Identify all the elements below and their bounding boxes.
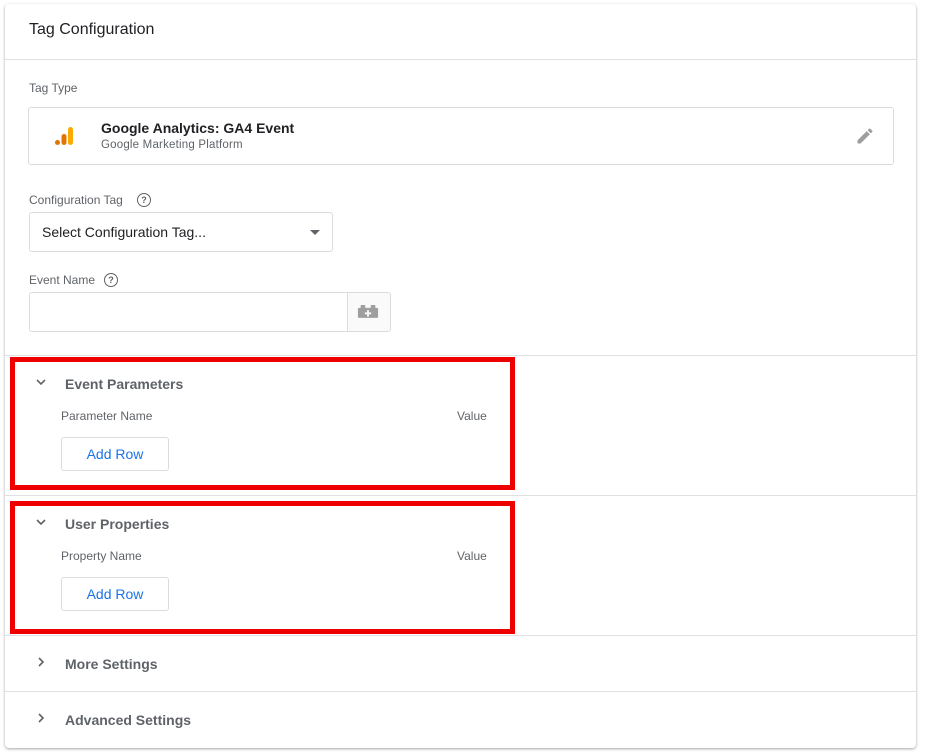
event-name-label: Event Name bbox=[29, 273, 96, 287]
help-icon[interactable]: ? bbox=[104, 273, 118, 287]
parameter-name-header: Parameter Name bbox=[61, 409, 153, 423]
card-title: Tag Configuration bbox=[29, 21, 155, 38]
user-properties-title[interactable]: User Properties bbox=[65, 516, 169, 532]
event-name-input[interactable] bbox=[30, 293, 350, 329]
google-analytics-logo bbox=[55, 127, 73, 145]
section-divider bbox=[5, 495, 916, 496]
chevron-down-icon[interactable] bbox=[35, 516, 47, 528]
tag-type-label: Tag Type bbox=[29, 81, 78, 95]
event-parameters-title[interactable]: Event Parameters bbox=[65, 376, 183, 392]
tag-type-name: Google Analytics: GA4 Event bbox=[101, 120, 295, 136]
section-divider bbox=[5, 355, 916, 356]
add-user-property-row-button[interactable]: Add Row bbox=[61, 577, 169, 611]
tag-type-box[interactable]: Google Analytics: GA4 Event Google Marke… bbox=[28, 107, 894, 165]
configuration-tag-select[interactable]: Select Configuration Tag... bbox=[29, 212, 333, 252]
configuration-tag-selected: Select Configuration Tag... bbox=[42, 224, 206, 240]
variable-picker-icon bbox=[357, 305, 379, 318]
property-name-header: Property Name bbox=[61, 549, 142, 563]
card-header: Tag Configuration bbox=[5, 4, 916, 60]
chevron-down-icon[interactable] bbox=[35, 376, 47, 388]
dropdown-arrow-icon bbox=[310, 230, 320, 235]
tag-configuration-card: Tag Configuration Tag Type Google Analyt… bbox=[5, 4, 916, 748]
event-name-field[interactable] bbox=[29, 292, 350, 332]
configuration-tag-label: Configuration Tag bbox=[29, 193, 123, 207]
pencil-icon[interactable] bbox=[855, 126, 875, 146]
chevron-right-icon[interactable] bbox=[35, 656, 47, 668]
section-divider bbox=[5, 691, 916, 692]
chevron-right-icon[interactable] bbox=[35, 712, 47, 724]
variable-picker-button[interactable] bbox=[347, 292, 391, 332]
more-settings-title[interactable]: More Settings bbox=[65, 656, 158, 672]
tag-type-vendor: Google Marketing Platform bbox=[101, 139, 243, 151]
add-event-parameter-row-button[interactable]: Add Row bbox=[61, 437, 169, 471]
section-divider bbox=[5, 635, 916, 636]
help-icon[interactable]: ? bbox=[137, 193, 151, 207]
advanced-settings-title[interactable]: Advanced Settings bbox=[65, 712, 191, 728]
property-value-header: Value bbox=[457, 549, 487, 563]
parameter-value-header: Value bbox=[457, 409, 487, 423]
